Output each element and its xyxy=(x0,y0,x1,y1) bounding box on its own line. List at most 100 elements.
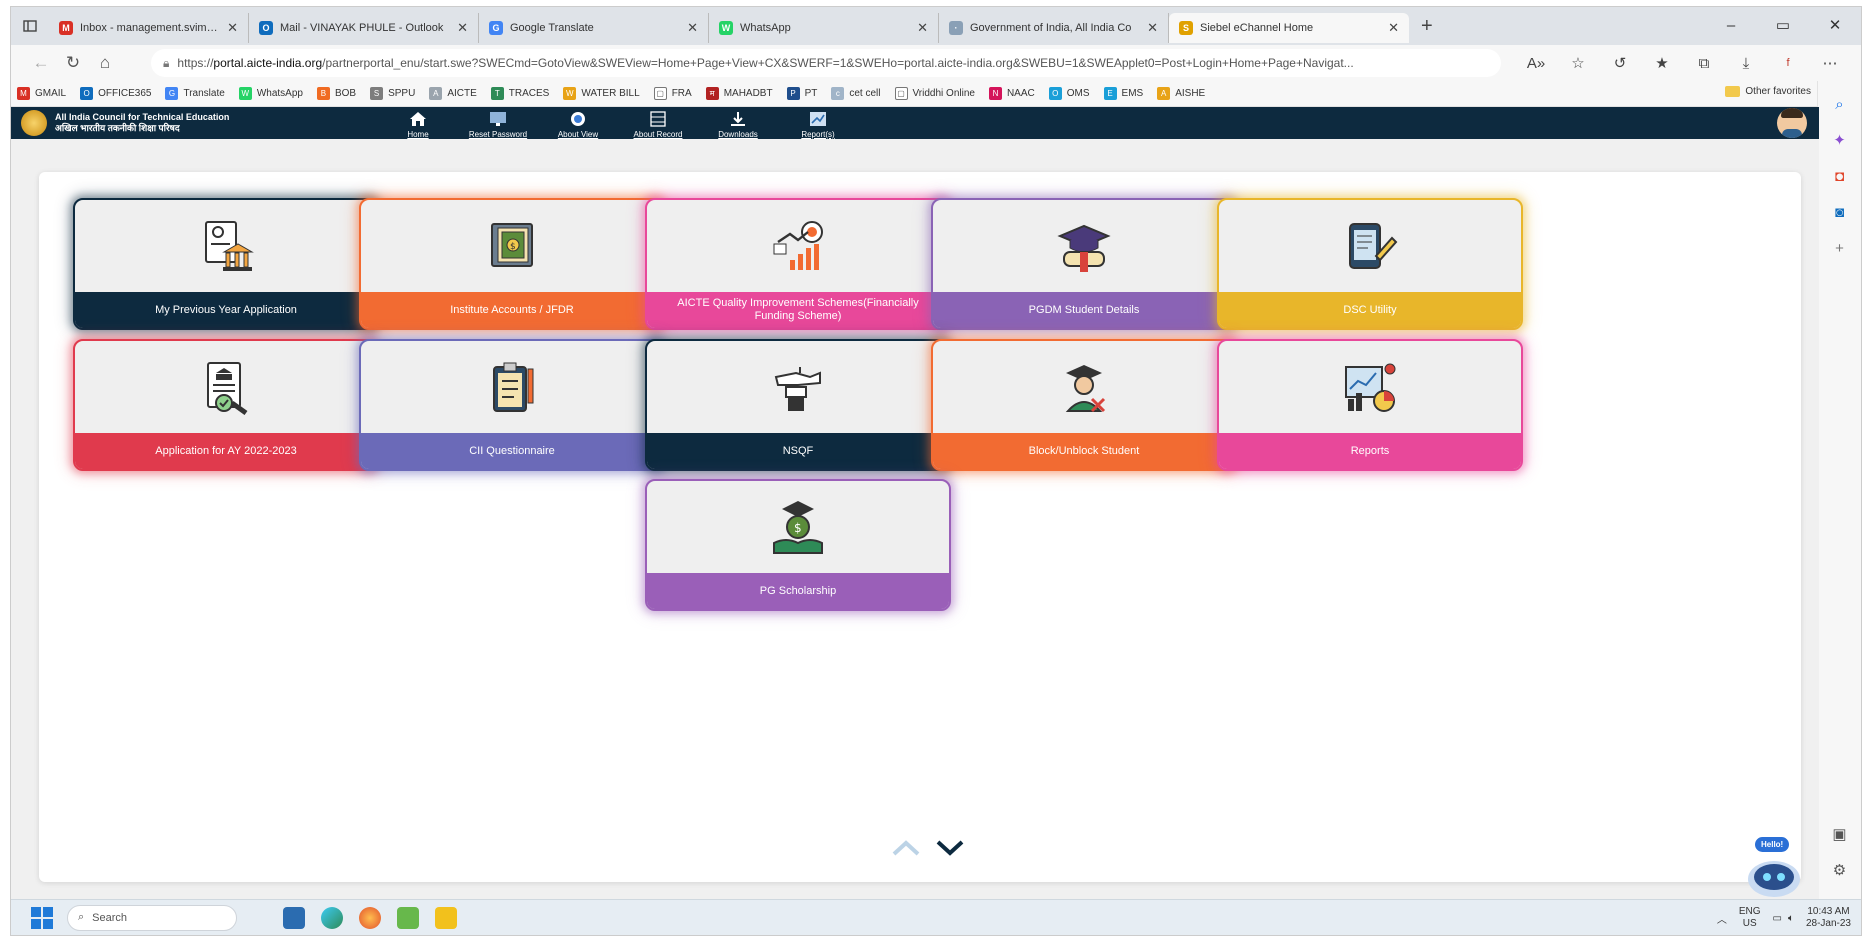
favorite-link[interactable]: E EMS xyxy=(1103,87,1143,100)
favorite-link[interactable]: म MAHADBT xyxy=(705,87,773,100)
browser-tab[interactable]: S Siebel eChannel Home ✕ xyxy=(1169,13,1409,43)
volume-icon[interactable]: 🔈︎ xyxy=(1788,913,1794,924)
favorite-link[interactable]: A AISHE xyxy=(1157,87,1205,100)
tab-favicon-icon: W xyxy=(719,21,733,35)
office-icon[interactable]: ◘ xyxy=(1825,161,1855,191)
favorite-link[interactable]: B BOB xyxy=(316,87,356,100)
tile-dsc-utility[interactable]: DSC Utility xyxy=(1217,198,1523,330)
tab-actions-icon[interactable] xyxy=(11,7,49,45)
browser-tab[interactable]: · Government of India, All India Co ✕ xyxy=(939,13,1169,43)
nav-about-view[interactable]: About View xyxy=(541,110,615,139)
tile-label: Application for AY 2022-2023 xyxy=(75,433,377,469)
browser-window: M Inbox - management.svims@gm ✕ O Mail - VIN… xyxy=(10,6,1862,936)
copilot-icon[interactable]: ✦ xyxy=(1825,125,1855,155)
favorite-link[interactable]: O OMS xyxy=(1048,87,1090,100)
favorite-link[interactable]: O OFFICE365 xyxy=(80,87,151,100)
chevron-up-icon[interactable]: ︿ xyxy=(1717,911,1727,926)
nav-home[interactable]: Home xyxy=(381,110,455,139)
favorite-link[interactable]: T TRACES xyxy=(490,87,549,100)
tab-label: Siebel eChannel Home xyxy=(1200,22,1314,34)
clock[interactable]: 10:43 AM 28-Jan-23 xyxy=(1806,906,1851,930)
read-aloud-icon[interactable]: A» xyxy=(1515,55,1557,72)
favorite-favicon-icon: c xyxy=(831,87,845,100)
refresh-icon[interactable]: ↻ xyxy=(57,53,89,73)
tile-institute-accounts-jfdr[interactable]: $ Institute Accounts / JFDR xyxy=(359,198,665,330)
sidebar-toggle-icon[interactable]: ▣ xyxy=(1825,819,1855,849)
favorite-link[interactable]: S SPPU xyxy=(370,87,415,100)
scroll-up-icon[interactable] xyxy=(892,840,920,859)
tile-block-unblock-student[interactable]: Block/Unblock Student xyxy=(931,339,1237,471)
taskbar-search[interactable]: ⌕ Search xyxy=(67,904,237,931)
scroll-down-icon[interactable] xyxy=(936,840,964,859)
back-icon[interactable]: ← xyxy=(25,53,57,73)
add-sidebar-icon[interactable]: + xyxy=(1825,233,1855,263)
task-view-icon[interactable] xyxy=(283,906,305,929)
close-tab-icon[interactable]: ✕ xyxy=(1388,20,1399,36)
browser-tab[interactable]: O Mail - VINAYAK PHULE - Outlook ✕ xyxy=(249,13,479,43)
edge-icon[interactable] xyxy=(321,906,343,929)
browser-tab[interactable]: M Inbox - management.svims@gm ✕ xyxy=(49,13,249,43)
favorite-favicon-icon: T xyxy=(490,87,504,100)
favorite-link[interactable]: W WhatsApp xyxy=(238,87,303,100)
photos-icon[interactable] xyxy=(397,906,419,929)
restore-icon[interactable]: ▭ xyxy=(1757,7,1809,45)
close-window-icon[interactable]: ✕ xyxy=(1809,7,1861,45)
collections-icon[interactable]: ⧉ xyxy=(1683,55,1725,72)
new-tab-icon[interactable]: + xyxy=(1409,15,1445,38)
favorite-link[interactable]: N NAAC xyxy=(988,87,1035,100)
outlook-icon[interactable]: ◙ xyxy=(1825,197,1855,227)
nav-reset-password[interactable]: Reset Password xyxy=(461,110,535,139)
close-tab-icon[interactable]: ✕ xyxy=(457,20,468,36)
favorite-link[interactable]: G Translate xyxy=(165,87,225,100)
minimize-icon[interactable]: – xyxy=(1705,7,1757,45)
tile-nsqf[interactable]: NSQF xyxy=(645,339,951,471)
close-tab-icon[interactable]: ✕ xyxy=(917,20,928,36)
student-block-icon xyxy=(933,355,1235,419)
more-menu-icon[interactable]: ⋯ xyxy=(1809,54,1851,72)
browser-tab[interactable]: G Google Translate ✕ xyxy=(479,13,709,43)
refresh-extension-icon[interactable]: ↺ xyxy=(1599,54,1641,72)
browser-tab[interactable]: W WhatsApp ✕ xyxy=(709,13,939,43)
settings-icon[interactable]: ⚙ xyxy=(1825,855,1855,885)
tile-application-for-ay-2022-2023[interactable]: Application for AY 2022-2023 xyxy=(73,339,379,471)
network-icon[interactable]: ▭ xyxy=(1773,913,1782,924)
add-favorite-icon[interactable]: ☆ xyxy=(1557,54,1599,72)
tile-reports[interactable]: Reports xyxy=(1217,339,1523,471)
downloads-icon[interactable]: ⤓ xyxy=(1725,55,1767,72)
close-tab-icon[interactable]: ✕ xyxy=(687,20,698,36)
nav-about-record[interactable]: About Record xyxy=(621,110,695,139)
language-indicator[interactable]: ENG US xyxy=(1739,906,1761,930)
tile-cii-questionnaire[interactable]: CII Questionnaire xyxy=(359,339,665,471)
nav-reports[interactable]: Report(s) xyxy=(781,110,855,139)
folder-icon xyxy=(1725,86,1741,97)
extension-icon[interactable]: f xyxy=(1767,57,1809,69)
graduation-icon xyxy=(933,214,1235,278)
favorite-link[interactable]: ▢ FRA xyxy=(653,87,692,100)
close-tab-icon[interactable]: ✕ xyxy=(1147,20,1158,36)
table-icon xyxy=(647,110,669,128)
favorite-link[interactable]: W WATER BILL xyxy=(563,87,640,100)
chatbot-widget[interactable]: Hello! xyxy=(1743,837,1805,899)
favorites-icon[interactable]: ★ xyxy=(1641,54,1683,72)
address-bar[interactable]: 🔒︎ https://portal.aicte-india.org/partne… xyxy=(151,49,1501,77)
other-favorites[interactable]: Other favorites xyxy=(1725,86,1811,97)
firefox-icon[interactable] xyxy=(359,906,381,929)
nav-downloads[interactable]: Downloads xyxy=(701,110,775,139)
favorite-link[interactable]: ▢ Vriddhi Online xyxy=(894,87,975,100)
favorite-link[interactable]: c cet cell xyxy=(831,87,881,100)
tile-pgdm-student-details[interactable]: PGDM Student Details xyxy=(931,198,1237,330)
windows-start-icon[interactable] xyxy=(31,906,53,929)
favorite-link[interactable]: P PT xyxy=(786,87,817,100)
tile-aicte-quality-improvement-schemes-financially-funding-scheme[interactable]: AICTE Quality Improvement Schemes(Financ… xyxy=(645,198,951,330)
search-icon: ⌕ xyxy=(78,911,85,923)
tile-my-previous-year-application[interactable]: My Previous Year Application xyxy=(73,198,379,330)
aicte-logo[interactable]: All India Council for Technical Educatio… xyxy=(11,110,311,136)
sticky-notes-icon[interactable] xyxy=(435,906,457,929)
search-icon[interactable]: ⌕ xyxy=(1825,89,1855,119)
favorite-link[interactable]: A AICTE xyxy=(429,87,477,100)
tile-pg-scholarship[interactable]: $ PG Scholarship xyxy=(645,479,951,611)
close-tab-icon[interactable]: ✕ xyxy=(227,20,238,36)
user-avatar[interactable] xyxy=(1777,108,1807,138)
favorite-link[interactable]: M GMAIL xyxy=(17,87,66,100)
home-icon[interactable]: ⌂ xyxy=(89,53,121,73)
